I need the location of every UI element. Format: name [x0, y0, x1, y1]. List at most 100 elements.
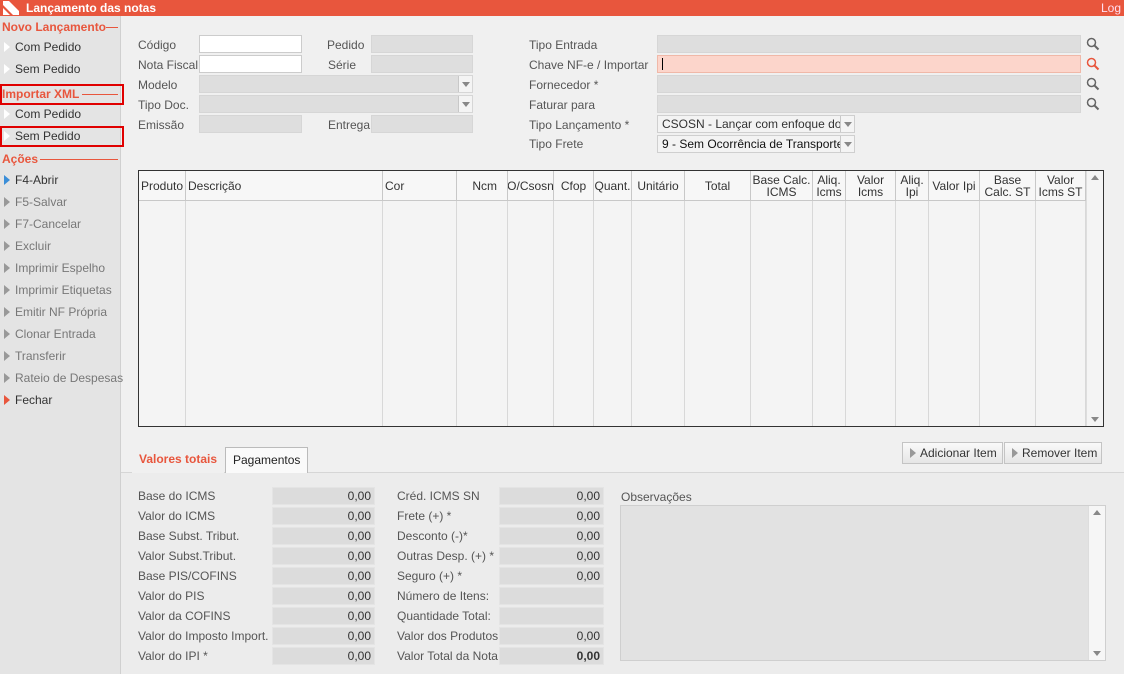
add-item-button[interactable]: Adicionar Item [902, 442, 1003, 464]
total-value: 0,00 [499, 647, 604, 665]
tipo-doc-select[interactable] [199, 95, 473, 113]
total-value: 0,00 [272, 627, 375, 645]
faturar-para-input[interactable] [657, 95, 1081, 113]
grid-scrollbar[interactable] [1086, 171, 1103, 426]
triangle-icon [4, 307, 10, 317]
total-label: Quantidade Total: [397, 609, 491, 623]
sidebar-item-rateio-despesas[interactable]: Rateio de Despesas [4, 369, 123, 387]
sidebar-item-transferir[interactable]: Transferir [4, 347, 66, 365]
observacoes-label: Observações [621, 490, 692, 504]
column-header[interactable]: O/Csosn [508, 171, 554, 201]
pedido-label: Pedido [327, 38, 365, 52]
sidebar-item-salvar[interactable]: F5-Salvar [4, 193, 67, 211]
sidebar-item-novo-com-pedido[interactable]: Com Pedido [4, 38, 81, 56]
total-value[interactable]: 0,00 [499, 527, 604, 545]
entrega-input[interactable] [371, 115, 473, 133]
search-icon[interactable] [1086, 97, 1100, 111]
triangle-icon [4, 42, 10, 52]
tipo-entrada-label: Tipo Entrada [529, 38, 598, 52]
column-header[interactable]: Valor Icms [846, 171, 896, 201]
observacoes-scrollbar[interactable] [1088, 506, 1105, 660]
column-header[interactable]: Unitário [632, 171, 685, 201]
total-value: 0,00 [272, 507, 375, 525]
column-header[interactable]: Aliq. Ipi [896, 171, 929, 201]
triangle-icon [4, 197, 10, 207]
tab-valores-totais[interactable]: Valores totais [132, 447, 225, 473]
column-header[interactable]: Quant. [594, 171, 632, 201]
sidebar: Novo Lançamento Com Pedido Sem Pedido Im… [0, 16, 124, 674]
chevron-down-icon[interactable] [840, 116, 854, 132]
total-label: Créd. ICMS SN [397, 489, 480, 503]
column-header[interactable]: Total [685, 171, 751, 201]
chevron-down-icon[interactable] [458, 96, 472, 112]
column-header[interactable]: Base Calc. ST [980, 171, 1036, 201]
title-bar: Lançamento das notas Log [0, 0, 1124, 16]
sidebar-item-excluir[interactable]: Excluir [4, 237, 51, 255]
highlight-box-sem-pedido [0, 126, 124, 147]
observacoes-textarea[interactable] [620, 505, 1106, 661]
column-header[interactable]: Cfop [554, 171, 594, 201]
faturar-para-label: Faturar para [529, 98, 596, 112]
column-header[interactable]: Aliq. Icms [813, 171, 846, 201]
total-value: 0,00 [499, 627, 604, 645]
total-label: Valor Total da Nota [397, 649, 498, 663]
nota-fiscal-input[interactable] [199, 55, 302, 73]
grid-column [632, 201, 685, 426]
sidebar-item-imprimir-espelho[interactable]: Imprimir Espelho [4, 259, 105, 277]
tab-pagamentos[interactable]: Pagamentos [225, 447, 309, 473]
sidebar-item-abrir[interactable]: F4-Abrir [4, 171, 58, 189]
total-value[interactable]: 0,00 [499, 507, 604, 525]
column-header[interactable]: Descrição [186, 171, 383, 201]
scroll-up-icon[interactable] [1093, 510, 1101, 515]
tipo-frete-select[interactable]: 9 - Sem Ocorrência de Transporte [657, 135, 855, 153]
column-header[interactable]: Produto [139, 171, 186, 201]
remove-item-button[interactable]: Remover Item [1004, 442, 1102, 464]
scroll-up-icon[interactable] [1091, 175, 1099, 180]
tipo-lancamento-label: Tipo Lançamento * [529, 118, 630, 132]
column-header[interactable]: Valor Icms ST [1036, 171, 1086, 201]
sidebar-item-novo-sem-pedido[interactable]: Sem Pedido [4, 60, 80, 78]
total-value [499, 607, 604, 625]
modelo-select[interactable] [199, 75, 473, 93]
tipo-entrada-input[interactable] [657, 35, 1081, 53]
section-title-acoes: Ações [2, 152, 39, 166]
scroll-down-icon[interactable] [1093, 651, 1101, 656]
serie-label: Série [328, 58, 357, 72]
search-icon[interactable] [1086, 57, 1100, 71]
log-link[interactable]: Log [1101, 0, 1121, 16]
triangle-icon [4, 263, 10, 273]
sidebar-item-clonar-entrada[interactable]: Clonar Entrada [4, 325, 96, 343]
search-icon[interactable] [1086, 77, 1100, 91]
fornecedor-input[interactable] [657, 75, 1081, 93]
chevron-down-icon[interactable] [458, 76, 472, 92]
chave-nfe-input[interactable] [657, 55, 1081, 73]
column-header[interactable]: Ncm [457, 171, 508, 201]
grid-column [846, 201, 896, 426]
tipo-lancamento-select[interactable]: CSOSN - Lançar com enfoque do [657, 115, 855, 133]
pedido-input[interactable] [371, 35, 473, 53]
total-label: Desconto (-)* [397, 529, 468, 543]
sidebar-item-imprimir-etiquetas[interactable]: Imprimir Etiquetas [4, 281, 112, 299]
total-label: Frete (+) * [397, 509, 452, 523]
chevron-down-icon[interactable] [840, 136, 854, 152]
total-value[interactable]: 0,00 [499, 547, 604, 565]
items-grid[interactable]: Produto Descrição Cor Ncm O/Csosn Cfop Q… [138, 170, 1104, 427]
search-icon[interactable] [1086, 37, 1100, 51]
serie-input[interactable] [371, 55, 473, 73]
column-header[interactable]: Base Calc. ICMS [751, 171, 813, 201]
scroll-down-icon[interactable] [1091, 417, 1099, 422]
codigo-input[interactable] [199, 35, 302, 53]
total-label: Valor do Imposto Import. [138, 629, 269, 643]
emissao-input[interactable] [199, 115, 302, 133]
column-header[interactable]: Valor Ipi [929, 171, 980, 201]
sidebar-item-fechar[interactable]: Fechar [4, 391, 52, 409]
tipo-doc-label: Tipo Doc. [138, 98, 189, 112]
sidebar-item-emitir-nf-propria[interactable]: Emitir NF Própria [4, 303, 107, 321]
total-value: 0,00 [272, 487, 375, 505]
total-value[interactable]: 0,00 [499, 567, 604, 585]
grid-column [508, 201, 554, 426]
sidebar-item-cancelar[interactable]: F7-Cancelar [4, 215, 81, 233]
text-cursor [662, 58, 663, 70]
sidebar-item-importar-com-pedido[interactable]: Com Pedido [4, 105, 81, 123]
column-header[interactable]: Cor [383, 171, 457, 201]
